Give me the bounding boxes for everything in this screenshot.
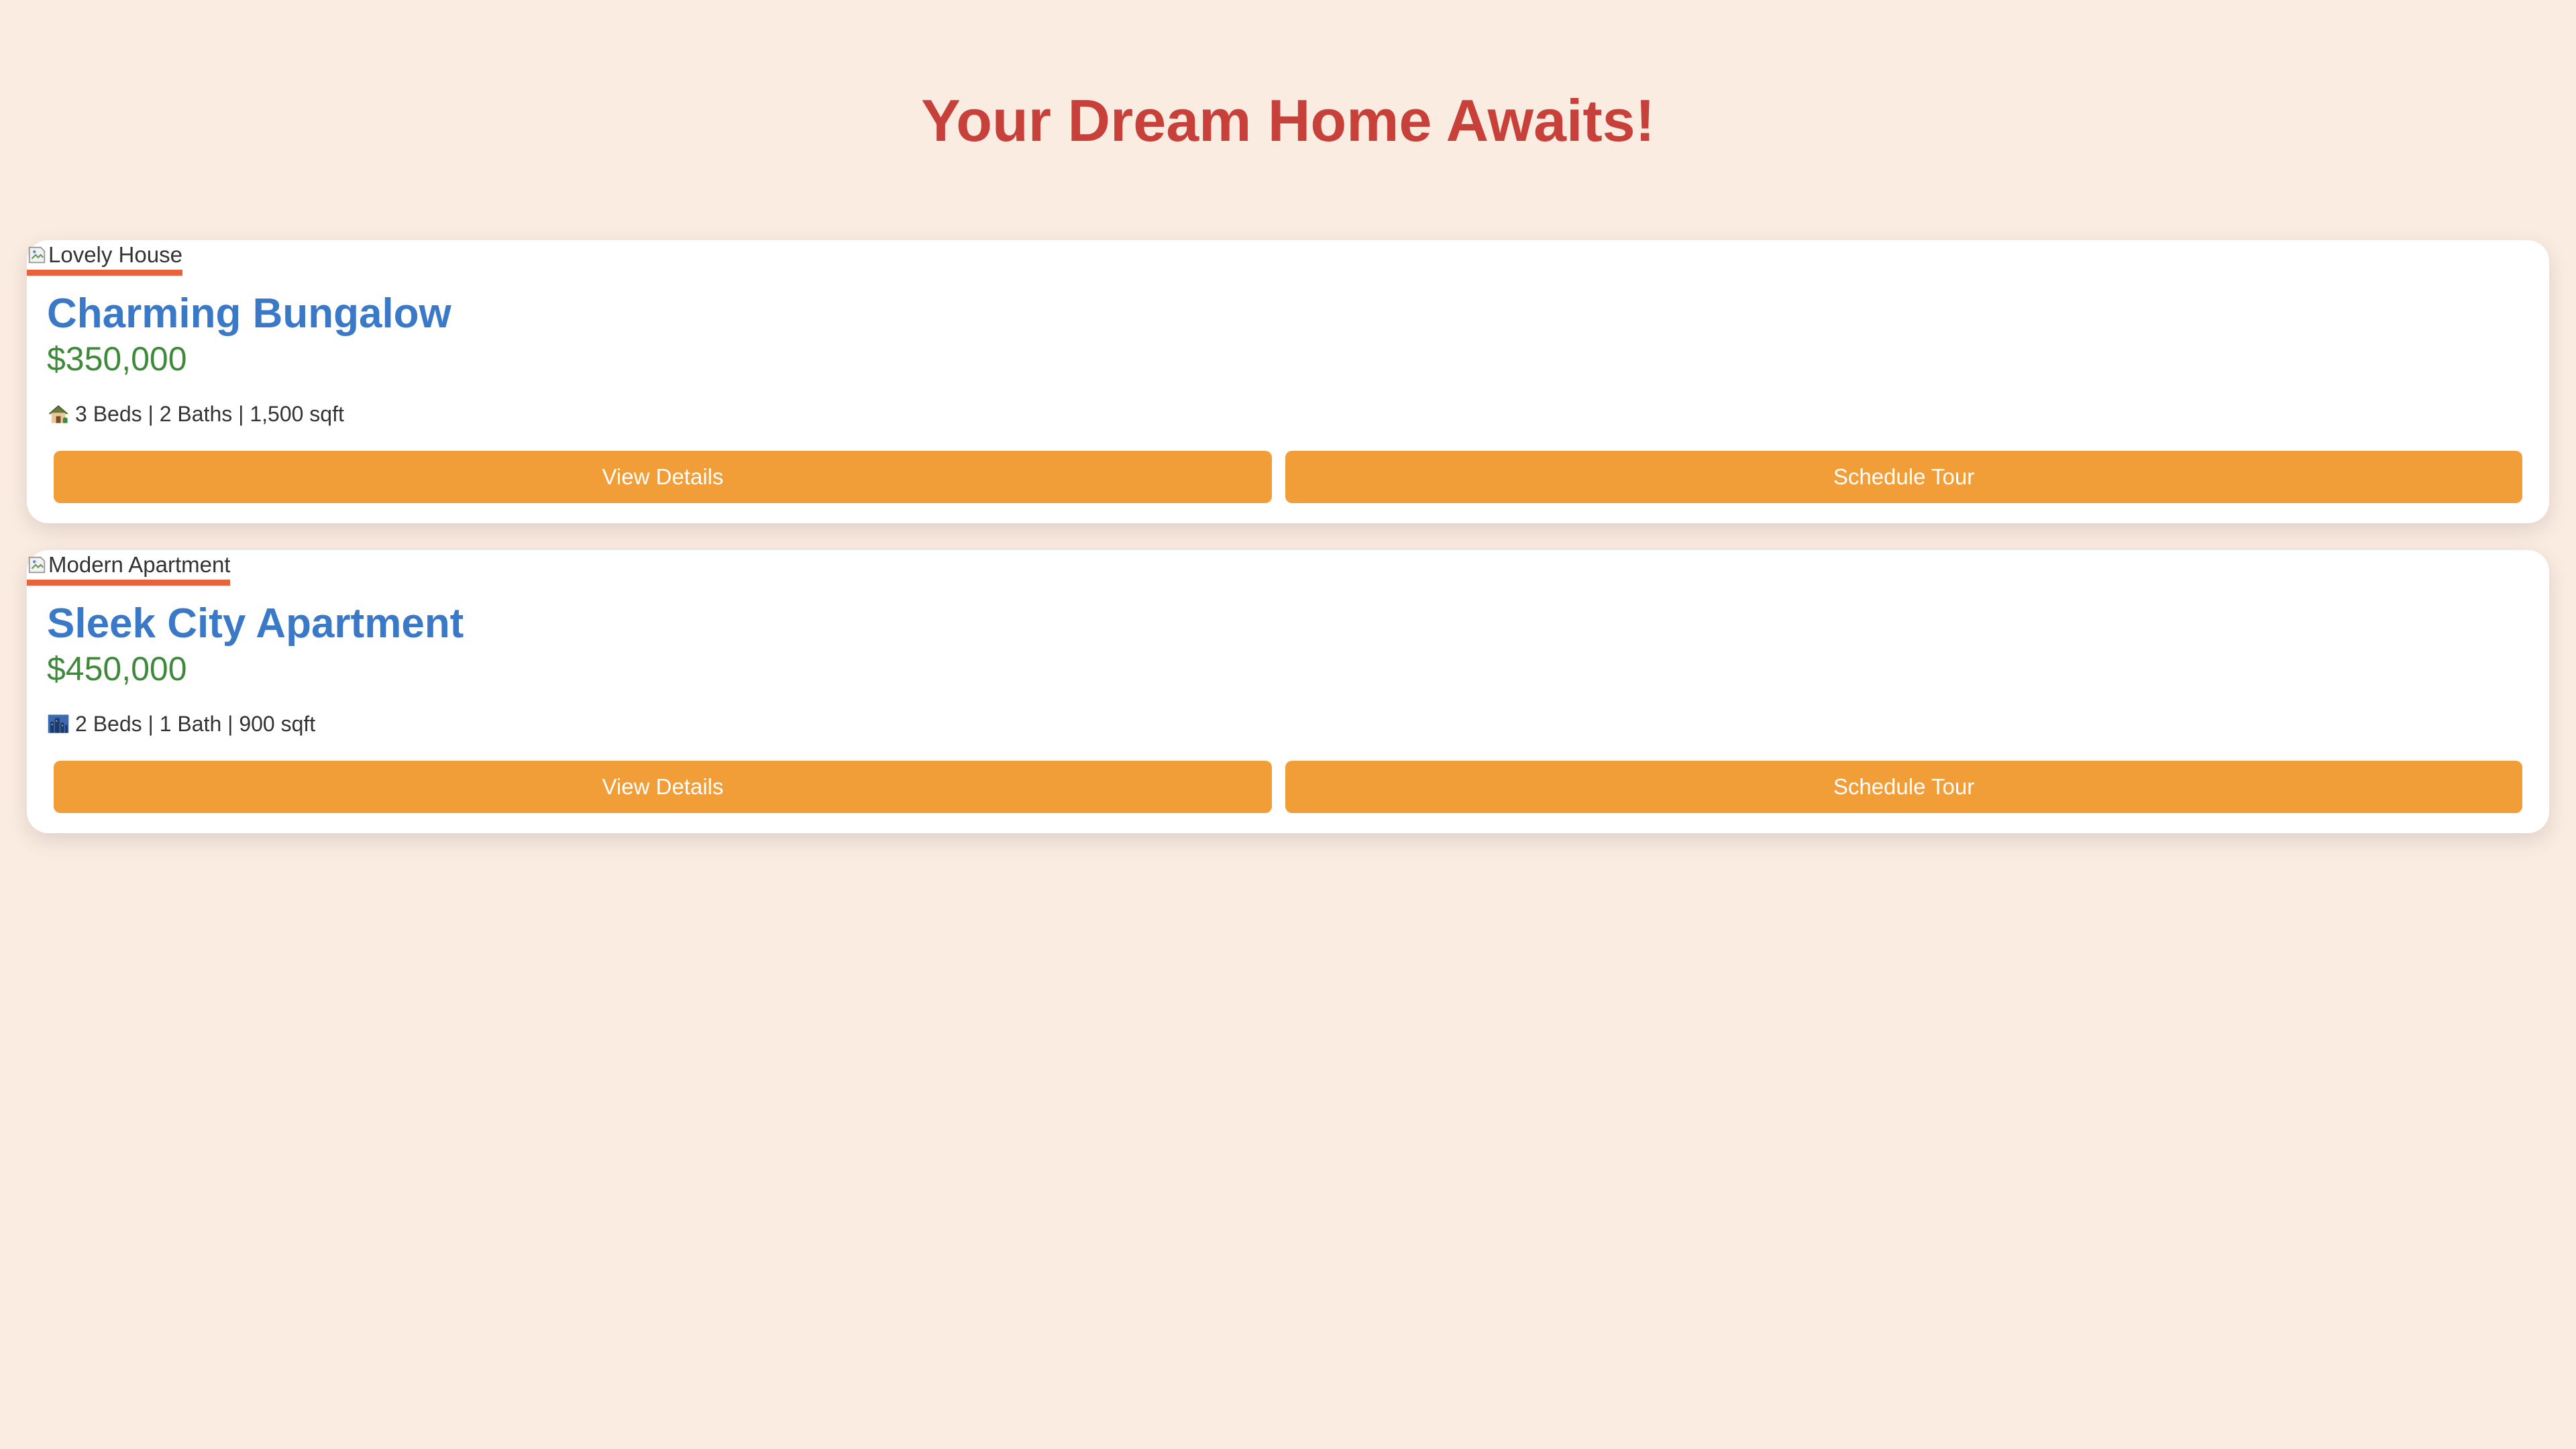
- view-details-button[interactable]: View Details: [54, 761, 1272, 813]
- house-icon: [47, 402, 70, 425]
- city-icon: [47, 712, 70, 735]
- schedule-tour-button[interactable]: Schedule Tour: [1285, 761, 2522, 813]
- listing-image-alt: Lovely House: [48, 242, 182, 267]
- listing-card: Lovely House Charming Bungalow $350,000 …: [27, 240, 2549, 523]
- broken-image-icon: [27, 555, 47, 575]
- listing-price: $450,000: [47, 650, 187, 688]
- broken-image-icon: [27, 245, 47, 265]
- schedule-tour-button[interactable]: Schedule Tour: [1285, 451, 2522, 503]
- listing-features-text: 3 Beds | 2 Baths | 1,500 sqft: [75, 402, 344, 426]
- listing-price: $350,000: [47, 340, 187, 378]
- listing-features-text: 2 Beds | 1 Bath | 900 sqft: [75, 712, 316, 736]
- listing-features: 2 Beds | 1 Bath | 900 sqft: [47, 708, 315, 739]
- listing-card: Modern Apartment Sleek City Apartment $4…: [27, 550, 2549, 833]
- listing-image: Lovely House: [27, 240, 182, 276]
- view-details-button[interactable]: View Details: [54, 451, 1272, 503]
- listing-title: Charming Bungalow: [47, 290, 451, 337]
- listing-title: Sleek City Apartment: [47, 600, 464, 647]
- listings: Lovely House Charming Bungalow $350,000 …: [27, 240, 2549, 860]
- listing-actions: View Details Schedule Tour: [54, 761, 2522, 813]
- listing-image-alt: Modern Apartment: [48, 552, 231, 577]
- page-title: Your Dream Home Awaits!: [921, 87, 1655, 154]
- listing-actions: View Details Schedule Tour: [54, 451, 2522, 503]
- listing-image: Modern Apartment: [27, 550, 231, 586]
- listing-features: 3 Beds | 2 Baths | 1,500 sqft: [47, 398, 344, 429]
